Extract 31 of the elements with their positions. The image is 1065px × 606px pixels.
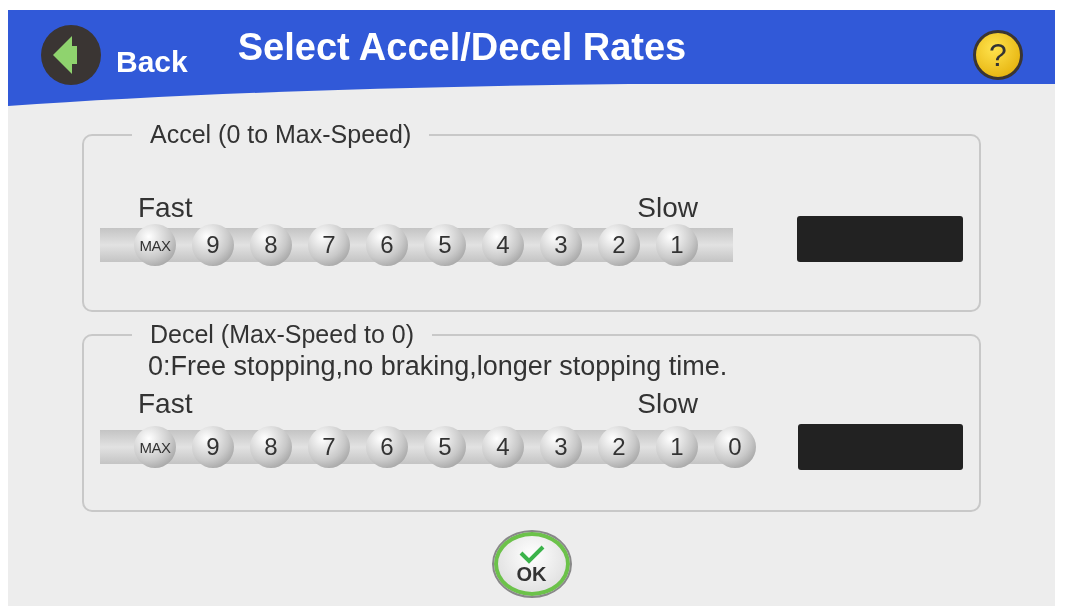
rate-button[interactable]: 5 (424, 224, 466, 266)
rate-button[interactable]: 8 (250, 426, 292, 468)
rate-button[interactable]: 1 (656, 224, 698, 266)
rate-button[interactable]: 1 (656, 426, 698, 468)
page-title: Select Accel/Decel Rates (237, 25, 687, 70)
rate-button[interactable]: 3 (540, 426, 582, 468)
rate-button[interactable]: 5 (424, 426, 466, 468)
rate-button[interactable]: 4 (482, 224, 524, 266)
rate-button[interactable]: 7 (308, 224, 350, 266)
rate-button[interactable]: 3 (540, 224, 582, 266)
note-text: 0:Free stopping,no braking,longer stopping time. (147, 350, 729, 382)
back-button[interactable]: Back (40, 24, 188, 86)
rate-button[interactable]: MAX (134, 224, 176, 266)
fast-label: Fast (138, 192, 193, 224)
ok-button[interactable]: OK (493, 532, 570, 596)
slow-label: Slow (637, 388, 698, 420)
rate-button[interactable]: 0 (714, 426, 756, 468)
rate-button[interactable]: 2 (598, 224, 640, 266)
rate-button[interactable]: 7 (308, 426, 350, 468)
fast-label: Fast (138, 388, 193, 420)
rate-button[interactable]: 4 (482, 426, 524, 468)
rate-button[interactable]: 6 (366, 426, 408, 468)
check-icon (517, 544, 546, 564)
rate-button[interactable]: 8 (250, 224, 292, 266)
rate-button[interactable]: MAX (134, 426, 176, 468)
rate-button[interactable]: 9 (192, 224, 234, 266)
rate-button[interactable]: 2 (598, 426, 640, 468)
help-button[interactable]: ? (973, 30, 1023, 80)
rate-button[interactable]: 9 (192, 426, 234, 468)
slow-label: Slow (637, 192, 698, 224)
rate-button[interactable]: 6 (366, 224, 408, 266)
